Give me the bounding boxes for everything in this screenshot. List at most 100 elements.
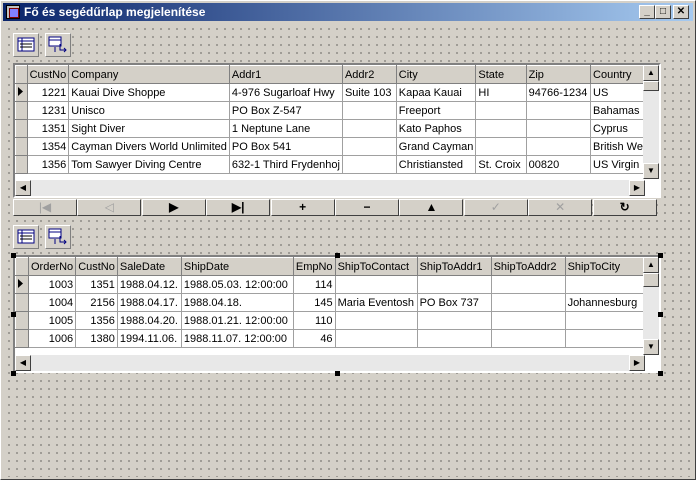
selection-handle[interactable] [11, 253, 16, 258]
table-row[interactable]: 1003 1351 1988.04.12. 1988.05.03. 12:00:00 1… [15, 275, 652, 294]
detail-horizontal-scrollbar[interactable]: ◀ ▶ [15, 355, 645, 371]
nav-insert-button[interactable]: + [270, 199, 335, 216]
datasource-component-icon[interactable] [45, 33, 71, 57]
close-button[interactable]: ✕ [673, 5, 689, 19]
cell-shiptocity[interactable] [564, 275, 652, 294]
nav-first-button[interactable]: |◀ [13, 199, 77, 216]
cell-shiptocity[interactable] [564, 329, 652, 348]
cell-city[interactable]: Freeport [395, 101, 477, 120]
row-indicator[interactable] [15, 101, 28, 120]
scroll-right-icon[interactable]: ▶ [629, 180, 645, 196]
cell-shiptoaddr2[interactable] [490, 275, 566, 294]
column-header-shipdate[interactable]: ShipDate [180, 257, 294, 276]
cell-custno[interactable]: 1380 [75, 329, 118, 348]
cell-shiptocity[interactable]: Johannesburg [564, 293, 652, 312]
cell-addr2[interactable] [341, 155, 397, 174]
cell-shiptoaddr1[interactable] [416, 275, 492, 294]
cell-city[interactable]: Kapaa Kauai [395, 83, 477, 102]
nav-delete-button[interactable]: − [335, 199, 399, 216]
row-indicator[interactable] [15, 137, 28, 156]
cell-custno[interactable]: 1354 [26, 137, 70, 156]
selection-handle[interactable] [658, 371, 663, 376]
column-header-addr1[interactable]: Addr1 [228, 65, 343, 84]
nav-prior-button[interactable]: ◁ [77, 199, 142, 216]
title-bar[interactable]: Fő és segédűrlap megjelenítése _ □ ✕ [3, 3, 693, 21]
cell-empno[interactable]: 145 [292, 293, 336, 312]
cell-shiptoaddr1[interactable] [416, 311, 492, 330]
cell-custno[interactable]: 1221 [26, 83, 70, 102]
cell-company[interactable]: Cayman Divers World Unlimited [68, 137, 230, 156]
scroll-down-icon[interactable]: ▼ [643, 163, 659, 179]
column-header-shiptoaddr1[interactable]: ShipToAddr1 [416, 257, 492, 276]
cell-addr2[interactable] [341, 119, 397, 138]
column-header-shiptocity[interactable]: ShipToCity [564, 257, 652, 276]
cell-custno[interactable]: 1356 [75, 311, 118, 330]
cell-zip[interactable] [525, 137, 592, 156]
scroll-up-icon[interactable]: ▲ [643, 65, 659, 81]
selection-handle[interactable] [658, 253, 663, 258]
cell-zip[interactable] [525, 119, 592, 138]
cell-zip[interactable]: 00820 [525, 155, 592, 174]
cell-shiptocontact[interactable] [334, 275, 418, 294]
cell-shiptoaddr2[interactable] [490, 329, 566, 348]
column-header-shiptocontact[interactable]: ShipToContact [334, 257, 418, 276]
cell-addr1[interactable]: PO Box Z-547 [228, 101, 343, 120]
nav-refresh-button[interactable]: ↻ [592, 199, 657, 216]
cell-shiptoaddr2[interactable] [490, 311, 566, 330]
cell-custno[interactable]: 2156 [75, 293, 118, 312]
table-row[interactable]: 1356 Tom Sawyer Diving Centre 632-1 Third … [15, 155, 659, 174]
scroll-left-icon[interactable]: ◀ [15, 355, 31, 371]
cell-company[interactable]: Kauai Dive Shoppe [68, 83, 230, 102]
cell-custno[interactable]: 1351 [26, 119, 70, 138]
cell-custno[interactable]: 1231 [26, 101, 70, 120]
row-indicator[interactable] [15, 329, 29, 348]
cell-state[interactable] [475, 101, 527, 120]
cell-city[interactable]: Grand Cayman [395, 137, 477, 156]
row-indicator[interactable] [15, 293, 29, 312]
cell-company[interactable]: Sight Diver [68, 119, 230, 138]
cell-state[interactable]: HI [475, 83, 527, 102]
cell-company[interactable]: Unisco [68, 101, 230, 120]
cell-empno[interactable]: 110 [292, 311, 336, 330]
cell-orderno[interactable]: 1003 [27, 275, 77, 294]
table-component-icon[interactable] [13, 33, 39, 57]
table-row[interactable]: 1221 Kauai Dive Shoppe 4-976 Sugarloaf Hwy… [15, 83, 659, 102]
column-header-state[interactable]: State [475, 65, 527, 84]
selection-handle[interactable] [335, 371, 340, 376]
row-indicator[interactable] [15, 119, 28, 138]
cell-saledate[interactable]: 1988.04.12. [116, 275, 182, 294]
cell-addr1[interactable]: 4-976 Sugarloaf Hwy [228, 83, 343, 102]
cell-orderno[interactable]: 1006 [27, 329, 77, 348]
cell-saledate[interactable]: 1988.04.20. [116, 311, 182, 330]
master-grid[interactable]: CustNo Company Addr1 Addr2 City State Zip Count… [13, 63, 661, 198]
current-row-indicator-icon[interactable] [15, 275, 29, 294]
selection-handle[interactable] [335, 253, 340, 258]
selection-handle[interactable] [11, 312, 16, 317]
cell-state[interactable] [475, 137, 527, 156]
cell-addr2[interactable]: Suite 103 [341, 83, 397, 102]
table-row[interactable]: 1351 Sight Diver 1 Neptune Lane Kato Paphos… [15, 119, 659, 138]
column-header-company[interactable]: Company [68, 65, 230, 84]
datasource-component-icon[interactable] [45, 225, 71, 249]
detail-vscroll-thumb[interactable] [643, 273, 659, 287]
cell-orderno[interactable]: 1004 [27, 293, 77, 312]
table-row[interactable]: 1231 Unisco PO Box Z-547 Freeport Bahamas [15, 101, 659, 120]
cell-shiptocity[interactable] [564, 311, 652, 330]
cell-addr1[interactable]: 632-1 Third Frydenhoj [228, 155, 343, 174]
column-header-shiptoaddr2[interactable]: ShipToAddr2 [490, 257, 566, 276]
cell-addr2[interactable] [341, 137, 397, 156]
master-vscroll-thumb[interactable] [643, 81, 659, 91]
cell-empno[interactable]: 46 [292, 329, 336, 348]
cell-custno[interactable]: 1356 [26, 155, 70, 174]
nav-cancel-button[interactable]: ✕ [528, 199, 593, 216]
maximize-button[interactable]: □ [655, 5, 671, 19]
column-header-addr2[interactable]: Addr2 [341, 65, 397, 84]
column-header-city[interactable]: City [395, 65, 477, 84]
cell-shipdate[interactable]: 1988.05.03. 12:00:00 [180, 275, 294, 294]
cell-shipdate[interactable]: 1988.01.21. 12:00:00 [180, 311, 294, 330]
table-row[interactable]: 1354 Cayman Divers World Unlimited PO Box … [15, 137, 659, 156]
table-row[interactable]: 1005 1356 1988.04.20. 1988.01.21. 12:00:00 1… [15, 311, 652, 330]
nav-last-button[interactable]: ▶| [206, 199, 271, 216]
cell-zip[interactable]: 94766-1234 [525, 83, 592, 102]
row-indicator[interactable] [15, 155, 28, 174]
